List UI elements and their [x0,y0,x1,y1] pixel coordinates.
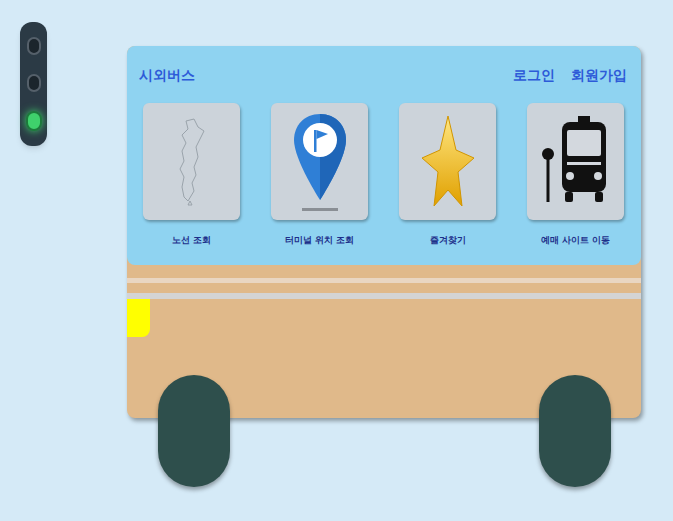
bus-stripe-gap [127,283,641,293]
site-title[interactable]: 시외버스 [139,65,195,86]
traffic-light-lamp [26,111,42,131]
bus-stripe [127,293,641,299]
menu-item[interactable]: 예매 사이트 이동 [527,103,624,248]
menu-item[interactable]: 노선 조회 [143,103,240,248]
star-icon [420,114,476,210]
traffic-light-lamp [27,74,41,92]
menu-card[interactable] [143,103,240,220]
header: 시외버스 로그인 회원가입 [127,46,641,90]
traffic-light [20,22,47,146]
menu-label[interactable]: 노선 조회 [172,234,211,248]
menu: 노선 조회 터미널 위치 조회 즐겨찾기 예매 사이트 이동 [127,103,641,248]
menu-label[interactable]: 터미널 위치 조회 [285,234,354,248]
front-wheel [158,375,230,487]
menu-card[interactable] [527,103,624,220]
rear-wheel [539,375,611,487]
bus: 시외버스 로그인 회원가입노선 조회 터미널 위치 조회 즐겨찾기 예매 사이트 이동 [127,46,641,418]
bus-stripe [127,278,641,283]
auth-link[interactable]: 회원가입 [571,65,627,86]
bus-stop-icon [538,114,614,210]
menu-item[interactable]: 즐겨찾기 [399,103,496,248]
menu-card[interactable] [399,103,496,220]
menu-label[interactable]: 즐겨찾기 [430,234,466,248]
page: 시외버스 로그인 회원가입노선 조회 터미널 위치 조회 즐겨찾기 예매 사이트 이동 [0,0,673,521]
headlight [127,299,150,337]
menu-card[interactable] [271,103,368,220]
auth-links: 로그인 회원가입 [513,65,629,86]
menu-label[interactable]: 예매 사이트 이동 [541,234,610,248]
menu-item[interactable]: 터미널 위치 조회 [271,103,368,248]
korea-map-icon [172,117,212,207]
location-pin-icon [290,110,350,214]
traffic-light-lamp [27,37,41,55]
bus-window-panel: 시외버스 로그인 회원가입노선 조회 터미널 위치 조회 즐겨찾기 예매 사이트 이동 [127,46,641,265]
auth-link[interactable]: 로그인 [513,65,555,86]
